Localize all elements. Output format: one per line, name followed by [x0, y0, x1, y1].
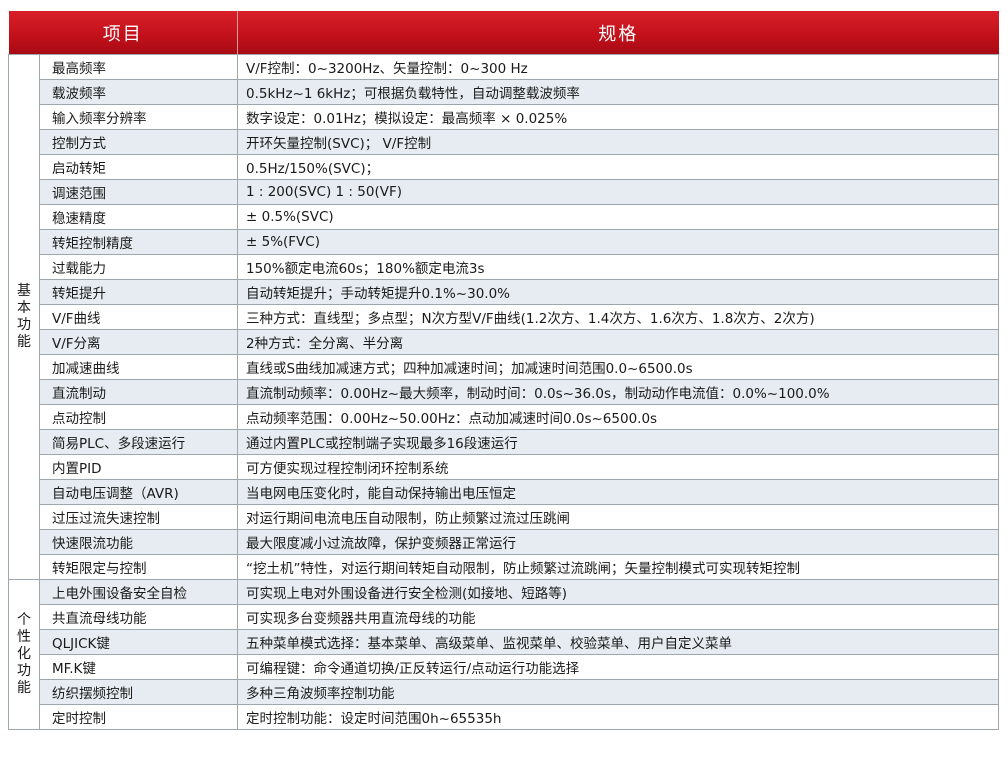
- item-cell: 启动转矩: [39, 154, 238, 180]
- spec-cell: ± 5%(FVC): [237, 229, 999, 255]
- spec-cell: 1 : 200(SVC) 1 : 50(VF): [237, 179, 999, 205]
- table-header: 项目 规格: [8, 11, 999, 55]
- item-cell: 上电外围设备安全自检: [39, 579, 238, 605]
- spec-cell: 可方便实现过程控制闭环控制系统: [237, 454, 999, 480]
- header-spec: 规格: [237, 11, 999, 55]
- spec-cell: 定时控制功能：设定时间范围0h~65535h: [237, 704, 999, 730]
- item-cell: V/F分离: [39, 329, 238, 355]
- table-row: 载波频率 0.5kHz~1 6kHz；可根据负载特性，自动调整载波频率: [9, 79, 999, 105]
- spec-cell: 数字设定：0.01Hz；模拟设定：最高频率 × 0.025%: [237, 104, 999, 130]
- spec-cell: 开环矢量控制(SVC)； V/F控制: [237, 129, 999, 155]
- table-row: 控制方式 开环矢量控制(SVC)； V/F控制: [9, 129, 999, 155]
- table-row: 直流制动 直流制动频率：0.00Hz~最大频率，制动时间：0.0s~36.0s，制…: [9, 379, 999, 405]
- spec-cell: 2种方式：全分离、半分离: [237, 329, 999, 355]
- item-cell: 转矩提升: [39, 279, 238, 305]
- category-label: 个性化功能: [17, 612, 31, 696]
- spec-cell: 直线或S曲线加减速方式；四种加减速时间；加减速时间范围0.0~6500.0s: [237, 354, 999, 380]
- spec-cell: 三种方式：直线型；多点型；N次方型V/F曲线(1.2次方、1.4次方、1.6次方…: [237, 304, 999, 330]
- table-row: 快速限流功能 最大限度减小过流故障，保护变频器正常运行: [9, 529, 999, 555]
- spec-cell: 0.5kHz~1 6kHz；可根据负载特性，自动调整载波频率: [237, 79, 999, 105]
- item-cell: MF.K键: [39, 654, 238, 680]
- spec-cell: 当电网电压变化时，能自动保持输出电压恒定: [237, 479, 999, 505]
- spec-cell: 自动转矩提升；手动转矩提升0.1%~30.0%: [237, 279, 999, 305]
- spec-cell: 0.5Hz/150%(SVC)；: [237, 154, 999, 180]
- item-cell: 调速范围: [39, 179, 238, 205]
- table-row: 启动转矩 0.5Hz/150%(SVC)；: [9, 154, 999, 180]
- item-cell: 内置PID: [39, 454, 238, 480]
- table-row: 过载能力 150%额定电流60s；180%额定电流3s: [9, 254, 999, 280]
- spec-cell: 最大限度减小过流故障，保护变频器正常运行: [237, 529, 999, 555]
- item-cell: 转矩限定与控制: [39, 554, 238, 580]
- table-row: 转矩控制精度 ± 5%(FVC): [9, 229, 999, 255]
- item-cell: 快速限流功能: [39, 529, 238, 555]
- spec-cell: 五种菜单模式选择：基本菜单、高级菜单、监视菜单、校验菜单、用户自定义菜单: [237, 629, 999, 655]
- spec-cell: “挖土机”特性，对运行期间转矩自动限制，防止频繁过流跳闸；矢量控制模式可实现转矩…: [237, 554, 999, 580]
- item-cell: 直流制动: [39, 379, 238, 405]
- spec-cell: V/F控制：0~3200Hz、矢量控制：0~300 Hz: [237, 54, 999, 80]
- table-row: 基本功能 最高频率 V/F控制：0~3200Hz、矢量控制：0~300 Hz: [8, 54, 999, 580]
- table-row: 内置PID 可方便实现过程控制闭环控制系统: [9, 454, 999, 480]
- spec-cell: ± 0.5%(SVC): [237, 204, 999, 230]
- table-row: 共直流母线功能 可实现多台变频器共用直流母线的功能: [9, 604, 999, 630]
- spec-cell: 可编程键：命令通道切换/正反转运行/点动运行功能选择: [237, 654, 999, 680]
- item-cell: 加减速曲线: [39, 354, 238, 380]
- item-cell: 简易PLC、多段速运行: [39, 429, 238, 455]
- category-cell: 基本功能: [8, 54, 40, 580]
- spec-cell: 多种三角波频率控制功能: [237, 679, 999, 705]
- spec-table: 项目 规格 基本功能 最高频率 V/F控制：0~3200Hz、矢量控制：0~300 …: [8, 11, 999, 730]
- item-cell: 点动控制: [39, 404, 238, 430]
- item-cell: 过载能力: [39, 254, 238, 280]
- spec-cell: 对运行期间电流电压自动限制，防止频繁过流过压跳闸: [237, 504, 999, 530]
- item-cell: 载波频率: [39, 79, 238, 105]
- table-row: 加减速曲线 直线或S曲线加减速方式；四种加减速时间；加减速时间范围0.0~6500…: [9, 354, 999, 380]
- table-row: 转矩提升 自动转矩提升；手动转矩提升0.1%~30.0%: [9, 279, 999, 305]
- table-row: V/F曲线 三种方式：直线型；多点型；N次方型V/F曲线(1.2次方、1.4次方、…: [9, 304, 999, 330]
- item-cell: 纺织摆频控制: [39, 679, 238, 705]
- table-row: MF.K键 可编程键：命令通道切换/正反转运行/点动运行功能选择: [9, 654, 999, 680]
- table-body: 基本功能 最高频率 V/F控制：0~3200Hz、矢量控制：0~300 Hz 载波频率…: [8, 54, 999, 730]
- table-row: 定时控制 定时控制功能：设定时间范围0h~65535h: [9, 704, 999, 730]
- table-row: 过压过流失速控制 对运行期间电流电压自动限制，防止频繁过流过压跳闸: [9, 504, 999, 530]
- table-row: V/F分离 2种方式：全分离、半分离: [9, 329, 999, 355]
- table-row: 转矩限定与控制 “挖土机”特性，对运行期间转矩自动限制，防止频繁过流跳闸；矢量控制…: [9, 554, 999, 580]
- header-item: 项目: [8, 11, 238, 55]
- item-cell: 过压过流失速控制: [39, 504, 238, 530]
- table-row: QLJICK键 五种菜单模式选择：基本菜单、高级菜单、监视菜单、校验菜单、用户自定…: [9, 629, 999, 655]
- table-row: 点动控制 点动频率范围：0.00Hz~50.00Hz：点动加减速时间0.0s~65…: [9, 404, 999, 430]
- table-row: 纺织摆频控制 多种三角波频率控制功能: [9, 679, 999, 705]
- table-row: 个性化功能 上电外围设备安全自检 可实现上电对外围设备进行安全检测(如接地、短路等): [8, 579, 999, 730]
- spec-cell: 通过内置PLC或控制端子实现最多16段速运行: [237, 429, 999, 455]
- spec-cell: 直流制动频率：0.00Hz~最大频率，制动时间：0.0s~36.0s，制动动作电…: [237, 379, 999, 405]
- item-cell: QLJICK键: [39, 629, 238, 655]
- item-cell: 自动电压调整（AVR): [39, 479, 238, 505]
- spec-cell: 可实现多台变频器共用直流母线的功能: [237, 604, 999, 630]
- item-cell: 输入频率分辨率: [39, 104, 238, 130]
- category-label: 基本功能: [17, 283, 31, 350]
- item-cell: 转矩控制精度: [39, 229, 238, 255]
- spec-cell: 点动频率范围：0.00Hz~50.00Hz：点动加减速时间0.0s~6500.0…: [237, 404, 999, 430]
- table-row: 调速范围 1 : 200(SVC) 1 : 50(VF): [9, 179, 999, 205]
- item-cell: 稳速精度: [39, 204, 238, 230]
- item-cell: 最高频率: [39, 54, 238, 80]
- table-row: 输入频率分辨率 数字设定：0.01Hz；模拟设定：最高频率 × 0.025%: [9, 104, 999, 130]
- item-cell: 共直流母线功能: [39, 604, 238, 630]
- item-cell: 定时控制: [39, 704, 238, 730]
- table-row: 简易PLC、多段速运行 通过内置PLC或控制端子实现最多16段速运行: [9, 429, 999, 455]
- spec-cell: 可实现上电对外围设备进行安全检测(如接地、短路等): [237, 579, 999, 605]
- table-row: 自动电压调整（AVR) 当电网电压变化时，能自动保持输出电压恒定: [9, 479, 999, 505]
- spec-cell: 150%额定电流60s；180%额定电流3s: [237, 254, 999, 280]
- category-cell: 个性化功能: [8, 579, 40, 730]
- item-cell: V/F曲线: [39, 304, 238, 330]
- item-cell: 控制方式: [39, 129, 238, 155]
- table-row: 稳速精度 ± 0.5%(SVC): [9, 204, 999, 230]
